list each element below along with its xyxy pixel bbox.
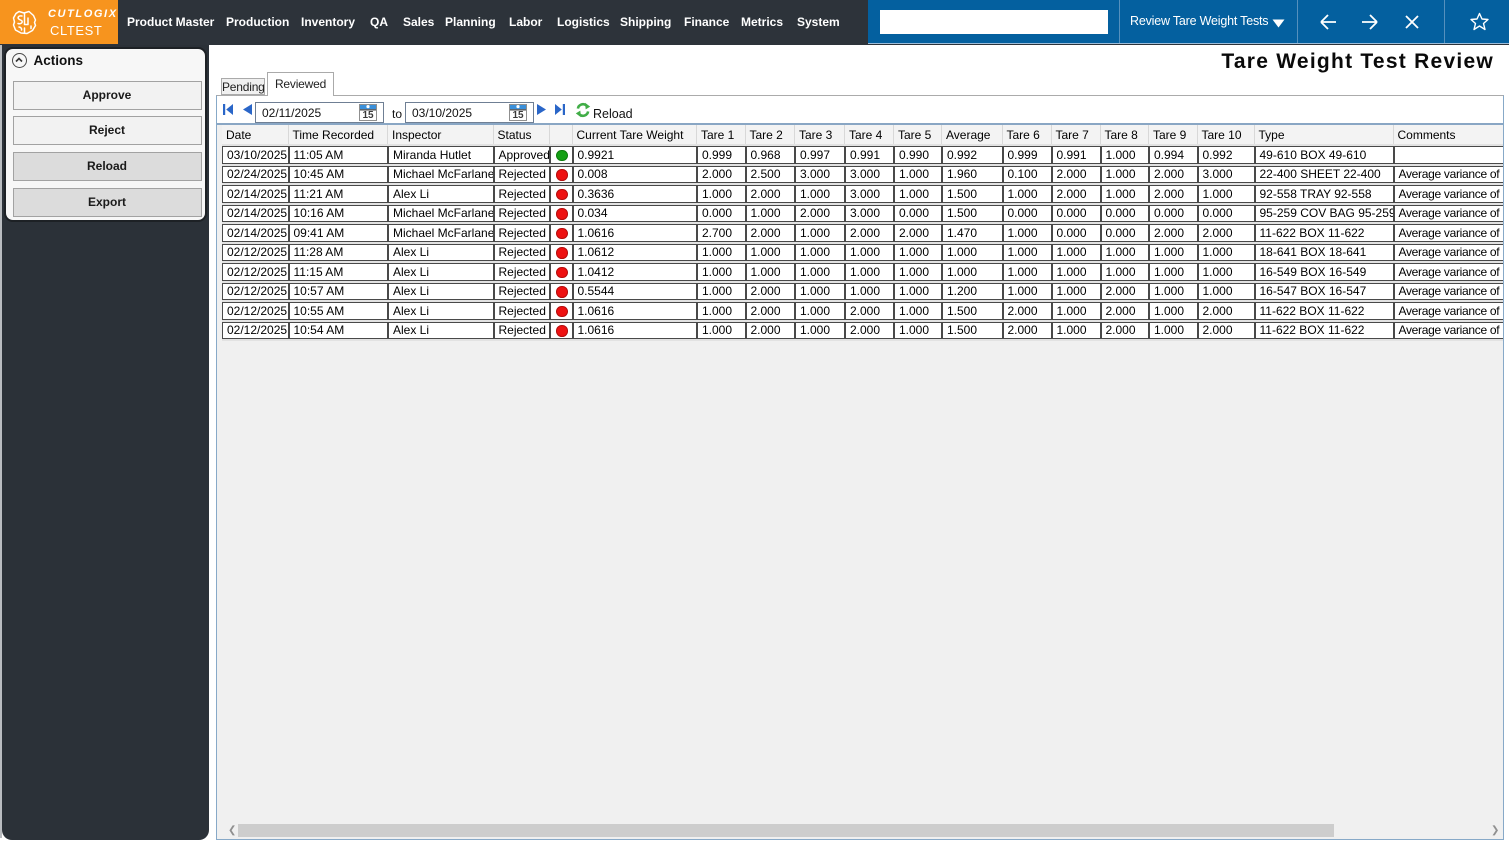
svg-text:15: 15	[362, 110, 374, 121]
svg-text:15: 15	[512, 110, 524, 121]
